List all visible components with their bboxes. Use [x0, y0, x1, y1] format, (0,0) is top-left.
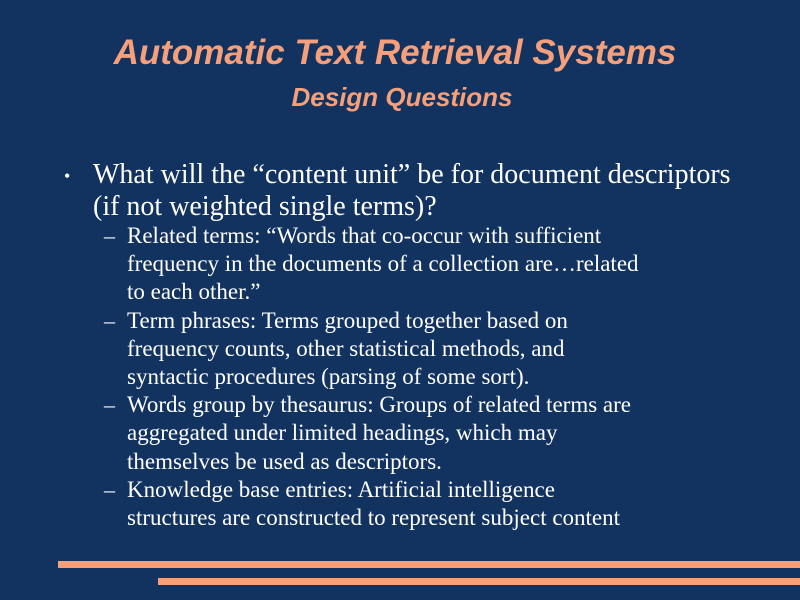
dash-icon: – — [104, 476, 115, 502]
decorative-rule-top — [58, 561, 800, 568]
sub-bullet-list: – Related terms: “Words that co-occur wi… — [0, 222, 800, 532]
sub-bullet-text: Knowledge base entries: Artificial intel… — [127, 476, 621, 531]
decorative-rule-bottom — [158, 578, 800, 585]
sub-bullet-text: Words group by thesaurus: Groups of rela… — [127, 392, 632, 474]
main-bullet-text: What will the “content unit” be for docu… — [93, 159, 731, 222]
sub-bullet-item: – Term phrases: Terms grouped together b… — [0, 307, 800, 392]
sub-bullet-item: – Related terms: “Words that co-occur wi… — [0, 222, 800, 307]
slide-title: Automatic Text Retrieval Systems — [113, 33, 677, 72]
bullet-icon: • — [64, 166, 71, 186]
slide: Automatic Text Retrieval Systems Design … — [0, 0, 800, 600]
dash-icon: – — [104, 223, 115, 248]
dash-icon: – — [104, 392, 115, 418]
sub-bullet-text: Term phrases: Terms grouped together bas… — [127, 307, 568, 390]
sub-bullet-item: – Words group by thesaurus: Groups of re… — [0, 391, 800, 476]
slide-subtitle: Design Questions — [291, 82, 513, 112]
sub-bullet-item: – Knowledge base entries: Artificial int… — [0, 476, 800, 532]
sub-bullet-text: Related terms: “Words that co-occur with… — [127, 223, 639, 305]
dash-icon: – — [104, 307, 115, 333]
